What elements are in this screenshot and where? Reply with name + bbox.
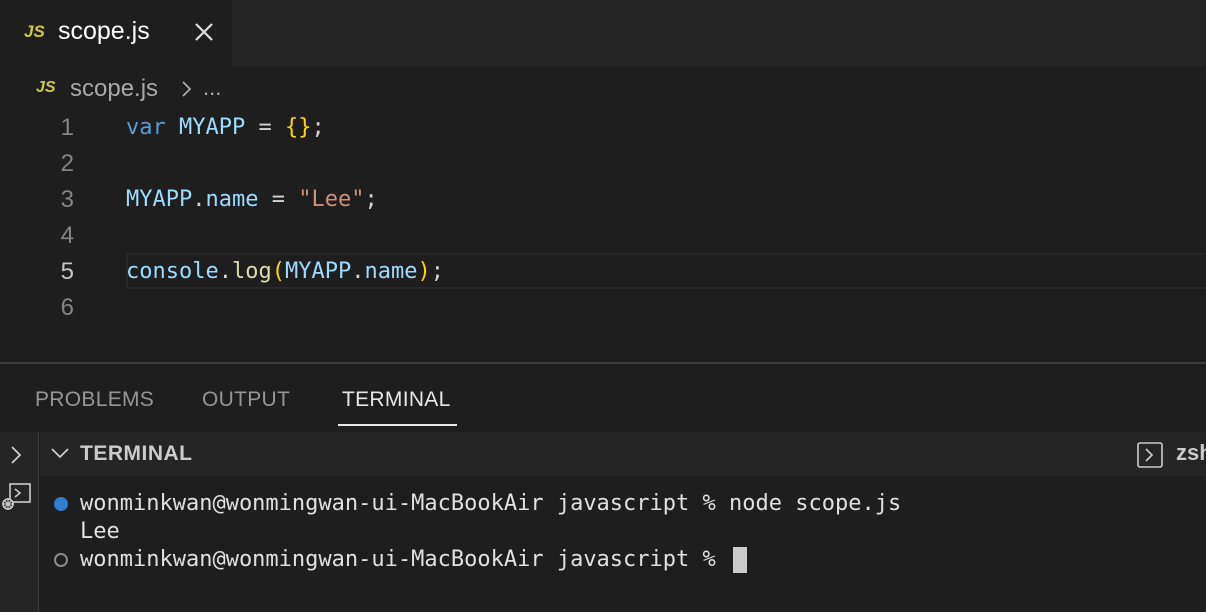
chevron-down-icon[interactable] — [50, 446, 70, 460]
terminal-output[interactable]: wonminkwan@wonmingwan-ui-MacBookAir java… — [40, 476, 1206, 612]
tab-problems[interactable]: PROBLEMS — [35, 388, 154, 412]
terminal-line: Lee — [80, 519, 120, 544]
editor-tab-bar: JS scope.js — [0, 0, 1206, 66]
javascript-file-icon: JS — [36, 79, 56, 96]
terminal-icon — [1137, 442, 1163, 468]
code-editor[interactable]: 1 var MYAPP = {}; 2 3 MYAPP.name = "Lee"… — [0, 110, 1206, 362]
terminal-prompt-line: wonminkwan@wonmingwan-ui-MacBookAir java… — [80, 546, 748, 574]
code-line: 2 — [0, 146, 1206, 182]
breadcrumb: JS scope.js ... — [0, 66, 1206, 110]
active-tab-indicator — [338, 424, 457, 426]
terminal-shell-label[interactable]: zsh — [1176, 440, 1206, 466]
tab-label: scope.js — [58, 17, 150, 45]
code-line: 3 MYAPP.name = "Lee"; — [0, 182, 1206, 218]
breadcrumb-more[interactable]: ... — [203, 75, 221, 101]
command-pending-icon — [54, 553, 68, 567]
code-text: MYAPP.name = "Lee"; — [126, 187, 378, 212]
line-number: 3 — [60, 186, 74, 213]
code-line: 4 — [0, 218, 1206, 254]
line-number: 1 — [60, 114, 74, 141]
code-line: 1 var MYAPP = {}; — [0, 110, 1206, 146]
panel-tab-bar: PROBLEMS OUTPUT TERMINAL — [0, 364, 1206, 432]
terminal-line: wonminkwan@wonmingwan-ui-MacBookAir java… — [80, 491, 902, 516]
code-line: 6 — [0, 290, 1206, 326]
code-text: var MYAPP = {}; — [126, 115, 325, 140]
command-success-icon[interactable] — [54, 497, 68, 511]
code-line-current: 5 console.log(MYAPP.name); — [0, 253, 1206, 290]
close-icon[interactable] — [188, 14, 220, 50]
line-number: 2 — [60, 150, 74, 177]
terminal-section-header[interactable]: TERMINAL zsh — [40, 432, 1206, 476]
debug-console-icon[interactable] — [0, 480, 34, 514]
line-number: 5 — [60, 258, 74, 285]
terminal-side-strip — [0, 432, 39, 612]
line-number: 4 — [60, 222, 74, 249]
terminal-cursor — [733, 547, 748, 573]
tab-scope-js[interactable]: JS scope.js — [0, 0, 232, 66]
javascript-file-icon: JS — [24, 22, 45, 41]
terminal-title: TERMINAL — [80, 442, 193, 465]
chevron-right-icon — [182, 81, 192, 97]
terminal-prompt: wonminkwan@wonmingwan-ui-MacBookAir java… — [80, 547, 730, 572]
tab-terminal[interactable]: TERMINAL — [342, 388, 451, 412]
chevron-right-icon[interactable] — [9, 444, 23, 466]
tab-output[interactable]: OUTPUT — [202, 388, 290, 412]
breadcrumb-file[interactable]: scope.js — [70, 75, 158, 103]
line-number: 6 — [60, 294, 74, 321]
code-text: console.log(MYAPP.name); — [126, 259, 444, 284]
